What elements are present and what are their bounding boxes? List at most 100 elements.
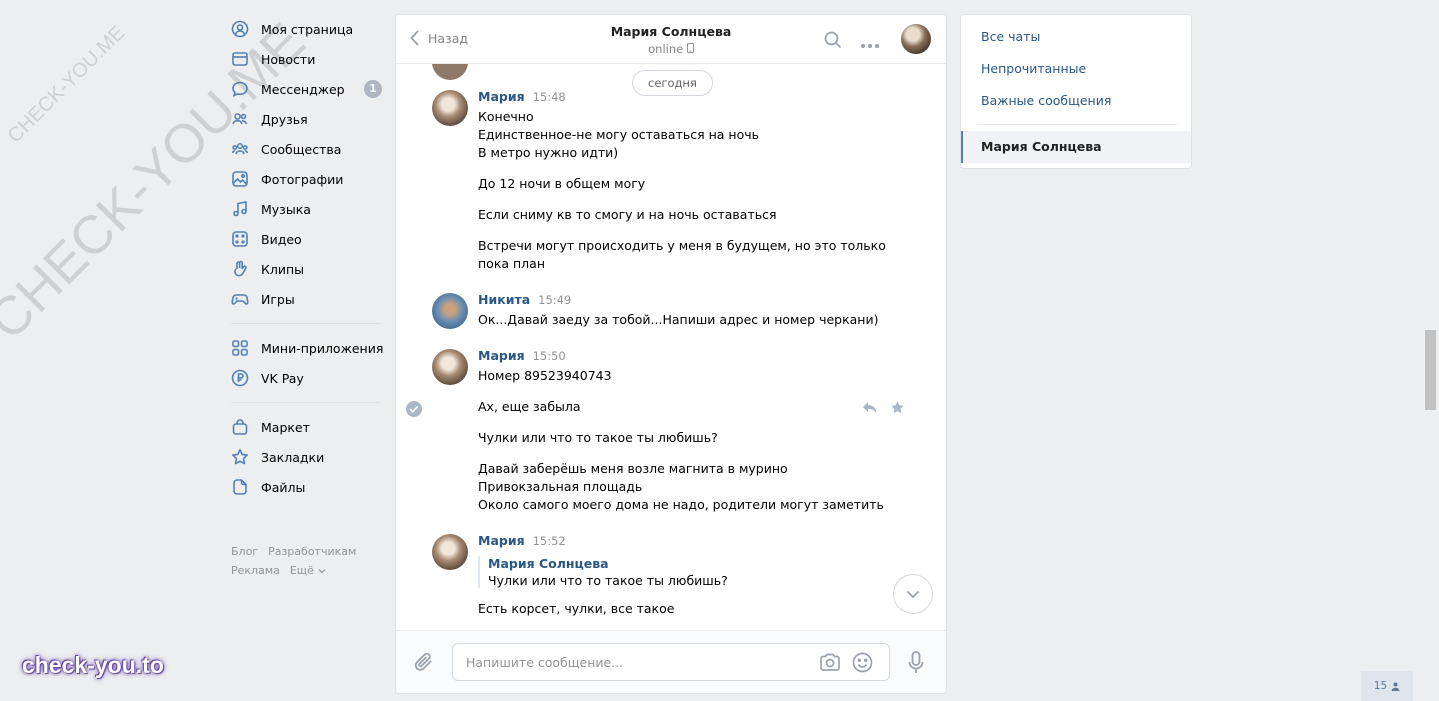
panel-divider xyxy=(977,124,1177,125)
message-time[interactable]: 15:48 xyxy=(533,90,566,104)
nav-label: Сообщества xyxy=(261,141,342,157)
nav-label: Новости xyxy=(261,51,316,67)
message-time[interactable]: 15:52 xyxy=(533,534,566,548)
message-time[interactable]: 15:49 xyxy=(538,293,571,307)
microphone-icon[interactable] xyxy=(908,651,924,678)
message-text: пока план xyxy=(478,256,545,271)
page-scrollbar[interactable] xyxy=(1425,330,1436,410)
nav-bookmarks[interactable]: Закладки xyxy=(226,442,386,472)
message-text: Есть корсет, чулки, все такое xyxy=(478,601,675,616)
message-input-box[interactable] xyxy=(452,643,890,681)
footer-links: Блог Разработчикам Реклама Ещё xyxy=(226,542,386,580)
message-icon xyxy=(231,80,249,98)
nav-label: Мини-приложения xyxy=(261,340,384,356)
file-icon xyxy=(231,478,249,496)
avatar[interactable] xyxy=(432,534,468,570)
footer-more-link[interactable]: Ещё xyxy=(290,564,326,577)
nav-vk-pay[interactable]: VK Pay xyxy=(226,363,386,393)
footer-devs-link[interactable]: Разработчикам xyxy=(268,545,356,558)
date-divider: сегодня xyxy=(632,70,713,96)
message-group: Никита 15:49 Ок...Давай заеду за тобой...… xyxy=(432,292,912,333)
nav-label: Игры xyxy=(261,291,295,307)
message-author[interactable]: Мария xyxy=(478,533,525,548)
chevron-down-icon xyxy=(318,569,326,574)
filter-important[interactable]: Важные сообщения xyxy=(981,93,1111,108)
user-circle-icon xyxy=(231,20,249,38)
message-header: Мария 15:52 xyxy=(478,533,566,548)
message-author[interactable]: Мария xyxy=(478,89,525,104)
avatar[interactable] xyxy=(432,349,468,385)
nav-music[interactable]: Музыка xyxy=(226,194,386,224)
nav-my-page[interactable]: Моя страница xyxy=(226,14,386,44)
watermark-small: CHECK-YOU.ME xyxy=(3,21,130,148)
more-icon[interactable] xyxy=(860,37,880,52)
message-group: Мария 15:52 Мария Солнцева Чулки или что … xyxy=(432,533,912,624)
message-composer xyxy=(396,630,946,693)
peer-avatar[interactable] xyxy=(901,24,931,54)
message-header: Никита 15:49 xyxy=(478,292,571,307)
peer-status-text: online xyxy=(648,42,684,56)
photo-icon xyxy=(231,170,249,188)
chat-header: Назад Мария Солнцева online xyxy=(396,15,946,64)
nav-news[interactable]: Новости xyxy=(226,44,386,74)
nav-video[interactable]: Видео xyxy=(226,224,386,254)
message-author[interactable]: Мария xyxy=(478,348,525,363)
message-text: Если сниму кв то смогу и на ночь остават… xyxy=(478,207,777,222)
mobile-icon xyxy=(686,43,694,53)
nav-label: Мессенджер xyxy=(261,81,345,97)
user-icon xyxy=(1391,682,1400,691)
video-icon xyxy=(231,230,249,248)
chevron-down-icon xyxy=(906,590,920,598)
forwarded-text: Чулки или что то такое ты любишь? xyxy=(488,573,728,588)
avatar[interactable] xyxy=(432,90,468,126)
nav-clips[interactable]: Клипы xyxy=(226,254,386,284)
avatar[interactable] xyxy=(432,293,468,329)
filter-unread[interactable]: Непрочитанные xyxy=(981,61,1086,76)
nav-label: VK Pay xyxy=(261,370,304,386)
footer-blog-link[interactable]: Блог xyxy=(231,545,258,558)
market-icon xyxy=(231,418,249,436)
left-navigation: Моя страница Новости Мессенджер 1 Друзья… xyxy=(226,14,386,580)
nav-photos[interactable]: Фотографии xyxy=(226,164,386,194)
nav-friends[interactable]: Друзья xyxy=(226,104,386,134)
message-input[interactable] xyxy=(466,653,796,671)
nav-communities[interactable]: Сообщества xyxy=(226,134,386,164)
message-text: Единственное-не могу оставаться на ночь xyxy=(478,127,759,142)
scroll-down-button[interactable] xyxy=(893,574,933,614)
message-text: До 12 ночи в общем могу xyxy=(478,176,646,191)
message-time[interactable]: 15:50 xyxy=(533,349,566,363)
footer-ads-link[interactable]: Реклама xyxy=(231,564,280,577)
attach-icon[interactable] xyxy=(414,651,434,676)
emoji-icon[interactable] xyxy=(852,652,873,676)
clips-icon xyxy=(231,260,249,278)
online-friends-button[interactable]: 15 xyxy=(1361,671,1413,701)
message-text: Конечно xyxy=(478,109,534,124)
message-text: Давай заберёшь меня возле магнита в мури… xyxy=(478,461,788,476)
active-chat-item[interactable]: Мария Солнцева xyxy=(961,131,1191,163)
search-icon[interactable] xyxy=(824,31,842,52)
nav-games[interactable]: Игры xyxy=(226,284,386,314)
star-icon[interactable] xyxy=(890,400,905,418)
message-text: Привокзальная площадь xyxy=(478,479,643,494)
nav-messenger[interactable]: Мессенджер 1 xyxy=(226,74,386,104)
message-text: Встречи могут происходить у меня в будущ… xyxy=(478,238,886,253)
message-history[interactable]: сегодня Мария 15:48 Конечно Единственное-… xyxy=(396,64,946,632)
unread-badge: 1 xyxy=(364,80,382,98)
message-group: Мария 15:50 Номер 89523940743 Ах, еще заб… xyxy=(432,348,912,512)
forwarded-message[interactable]: Мария Солнцева Чулки или что то такое ты… xyxy=(478,556,728,588)
message-author[interactable]: Никита xyxy=(478,292,530,307)
message-text: В метро нужно идти) xyxy=(478,145,619,160)
message-header: Мария 15:50 xyxy=(478,348,566,363)
nav-divider xyxy=(231,402,381,403)
news-icon xyxy=(231,50,249,68)
filter-all-chats[interactable]: Все чаты xyxy=(981,29,1040,44)
select-check-icon[interactable] xyxy=(406,401,422,417)
camera-icon[interactable] xyxy=(819,653,841,674)
forwarded-author[interactable]: Мария Солнцева xyxy=(488,556,728,571)
nav-market[interactable]: Маркет xyxy=(226,412,386,442)
nav-files[interactable]: Файлы xyxy=(226,472,386,502)
reply-icon[interactable] xyxy=(862,401,878,418)
nav-mini-apps[interactable]: Мини-приложения xyxy=(226,333,386,363)
message-text: Номер 89523940743 xyxy=(478,368,612,383)
message-text: Ок...Давай заеду за тобой...Напиши адрес… xyxy=(478,312,879,327)
